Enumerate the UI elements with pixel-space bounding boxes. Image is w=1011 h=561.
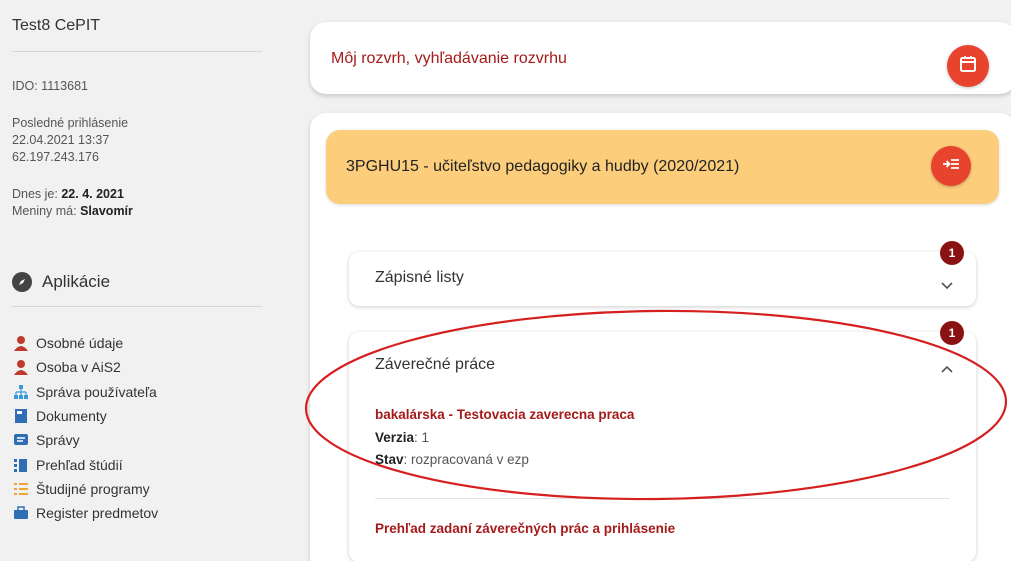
- version-value: : 1: [414, 430, 430, 445]
- enter-study-button[interactable]: [931, 146, 971, 186]
- thesis-version: Verzia: 1: [375, 430, 429, 445]
- accordion-title: Záverečné práce: [375, 356, 496, 373]
- nameday-name: Slavomír: [80, 204, 133, 218]
- schedule-link[interactable]: Môj rozvrh, vyhľadávanie rozvrhu: [331, 50, 567, 68]
- schedule-card[interactable]: Môj rozvrh, vyhľadávanie rozvrhu: [310, 22, 1011, 94]
- menu-item-study-programs[interactable]: Študijné programy: [12, 477, 262, 501]
- today-label: Dnes je:: [12, 187, 62, 201]
- menu-item-personal-data[interactable]: Osobné údaje: [12, 331, 262, 355]
- sidebar: Test8 CePIT IDO: 1113681 Posledné prihlá…: [0, 0, 276, 561]
- briefcase-icon: [12, 505, 30, 522]
- version-label: Verzia: [375, 430, 415, 445]
- menu-item-label: Správa používateľa: [36, 383, 157, 400]
- ido-number: IDO: 1113681: [12, 79, 88, 93]
- status-label: Stav: [375, 452, 404, 467]
- status-value: : rozpracovaná v ezp: [403, 452, 529, 467]
- last-login-label: Posledné prihlásenie: [12, 116, 129, 130]
- menu-item-label: Správy: [36, 432, 80, 449]
- person-icon: [12, 335, 30, 352]
- notification-badge: 1: [940, 321, 964, 345]
- menu-item-user-management[interactable]: Správa používateľa: [12, 380, 262, 404]
- compass-icon: [12, 272, 32, 292]
- chevron-up-icon[interactable]: [940, 361, 954, 373]
- enrollment-sheets-accordion[interactable]: Zápisné listy 1: [349, 241, 976, 306]
- study-program-bar[interactable]: 3PGHU15 - učiteľstvo pedagogiky a hudby …: [326, 130, 999, 204]
- schedule-button[interactable]: [947, 45, 989, 87]
- last-login-ip: 62.197.243.176: [12, 150, 99, 164]
- theses-accordion[interactable]: Záverečné práce 1 bakalárska - Testovaci…: [349, 321, 976, 561]
- accordion-title: Zápisné listy: [375, 269, 464, 286]
- menu-item-label: Osoba v AiS2: [36, 359, 121, 376]
- menu-item-messages[interactable]: Správy: [12, 428, 262, 452]
- person-icon: [12, 359, 30, 376]
- theses-overview-link[interactable]: Prehľad zadaní záverečných prác a prihlá…: [375, 521, 675, 536]
- org-chart-icon: [12, 383, 30, 400]
- menu-item-label: Register predmetov: [36, 505, 159, 522]
- user-title: Test8 CePIT: [12, 0, 262, 52]
- list-icon: [12, 480, 30, 497]
- apps-menu: Osobné údaje Osoba v AiS2 Správa používa…: [12, 331, 262, 525]
- thesis-link[interactable]: bakalárska - Testovacia zaverecna praca: [375, 407, 634, 422]
- today-date: 22. 4. 2021: [61, 187, 124, 201]
- message-icon: [12, 432, 30, 449]
- last-login-date: 22.04.2021 13:37: [12, 133, 110, 147]
- menu-item-label: Prehľad štúdií: [36, 456, 123, 473]
- menu-item-label: Osobné údaje: [36, 335, 124, 352]
- menu-item-person-ais2[interactable]: Osoba v AiS2: [12, 355, 262, 379]
- menu-item-studies-overview[interactable]: Prehľad štúdií: [12, 452, 262, 476]
- last-login: Posledné prihlásenie 22.04.2021 13:37 62…: [12, 115, 262, 166]
- menu-item-label: Dokumenty: [36, 408, 107, 425]
- thesis-status: Stav: rozpracovaná v ezp: [375, 452, 529, 467]
- menu-item-label: Študijné programy: [36, 480, 150, 497]
- enter-list-icon: [942, 157, 960, 176]
- divider: [375, 498, 950, 499]
- notification-badge: 1: [940, 241, 964, 265]
- calendar-icon: [958, 54, 978, 79]
- study-card: 3PGHU15 - učiteľstvo pedagogiky a hudby …: [310, 113, 1011, 561]
- today-info: Dnes je: 22. 4. 2021 Meniny má: Slavomír: [12, 186, 262, 220]
- apps-heading: Aplikácie: [12, 272, 262, 307]
- study-program-label: 3PGHU15 - učiteľstvo pedagogiky a hudby …: [346, 158, 740, 175]
- chevron-down-icon[interactable]: [940, 278, 954, 290]
- document-icon: [12, 408, 30, 425]
- nameday-label: Meniny má:: [12, 204, 81, 218]
- list-icon: [12, 456, 30, 473]
- apps-heading-label: Aplikácie: [42, 272, 111, 291]
- menu-item-documents[interactable]: Dokumenty: [12, 404, 262, 428]
- menu-item-course-register[interactable]: Register predmetov: [12, 501, 262, 525]
